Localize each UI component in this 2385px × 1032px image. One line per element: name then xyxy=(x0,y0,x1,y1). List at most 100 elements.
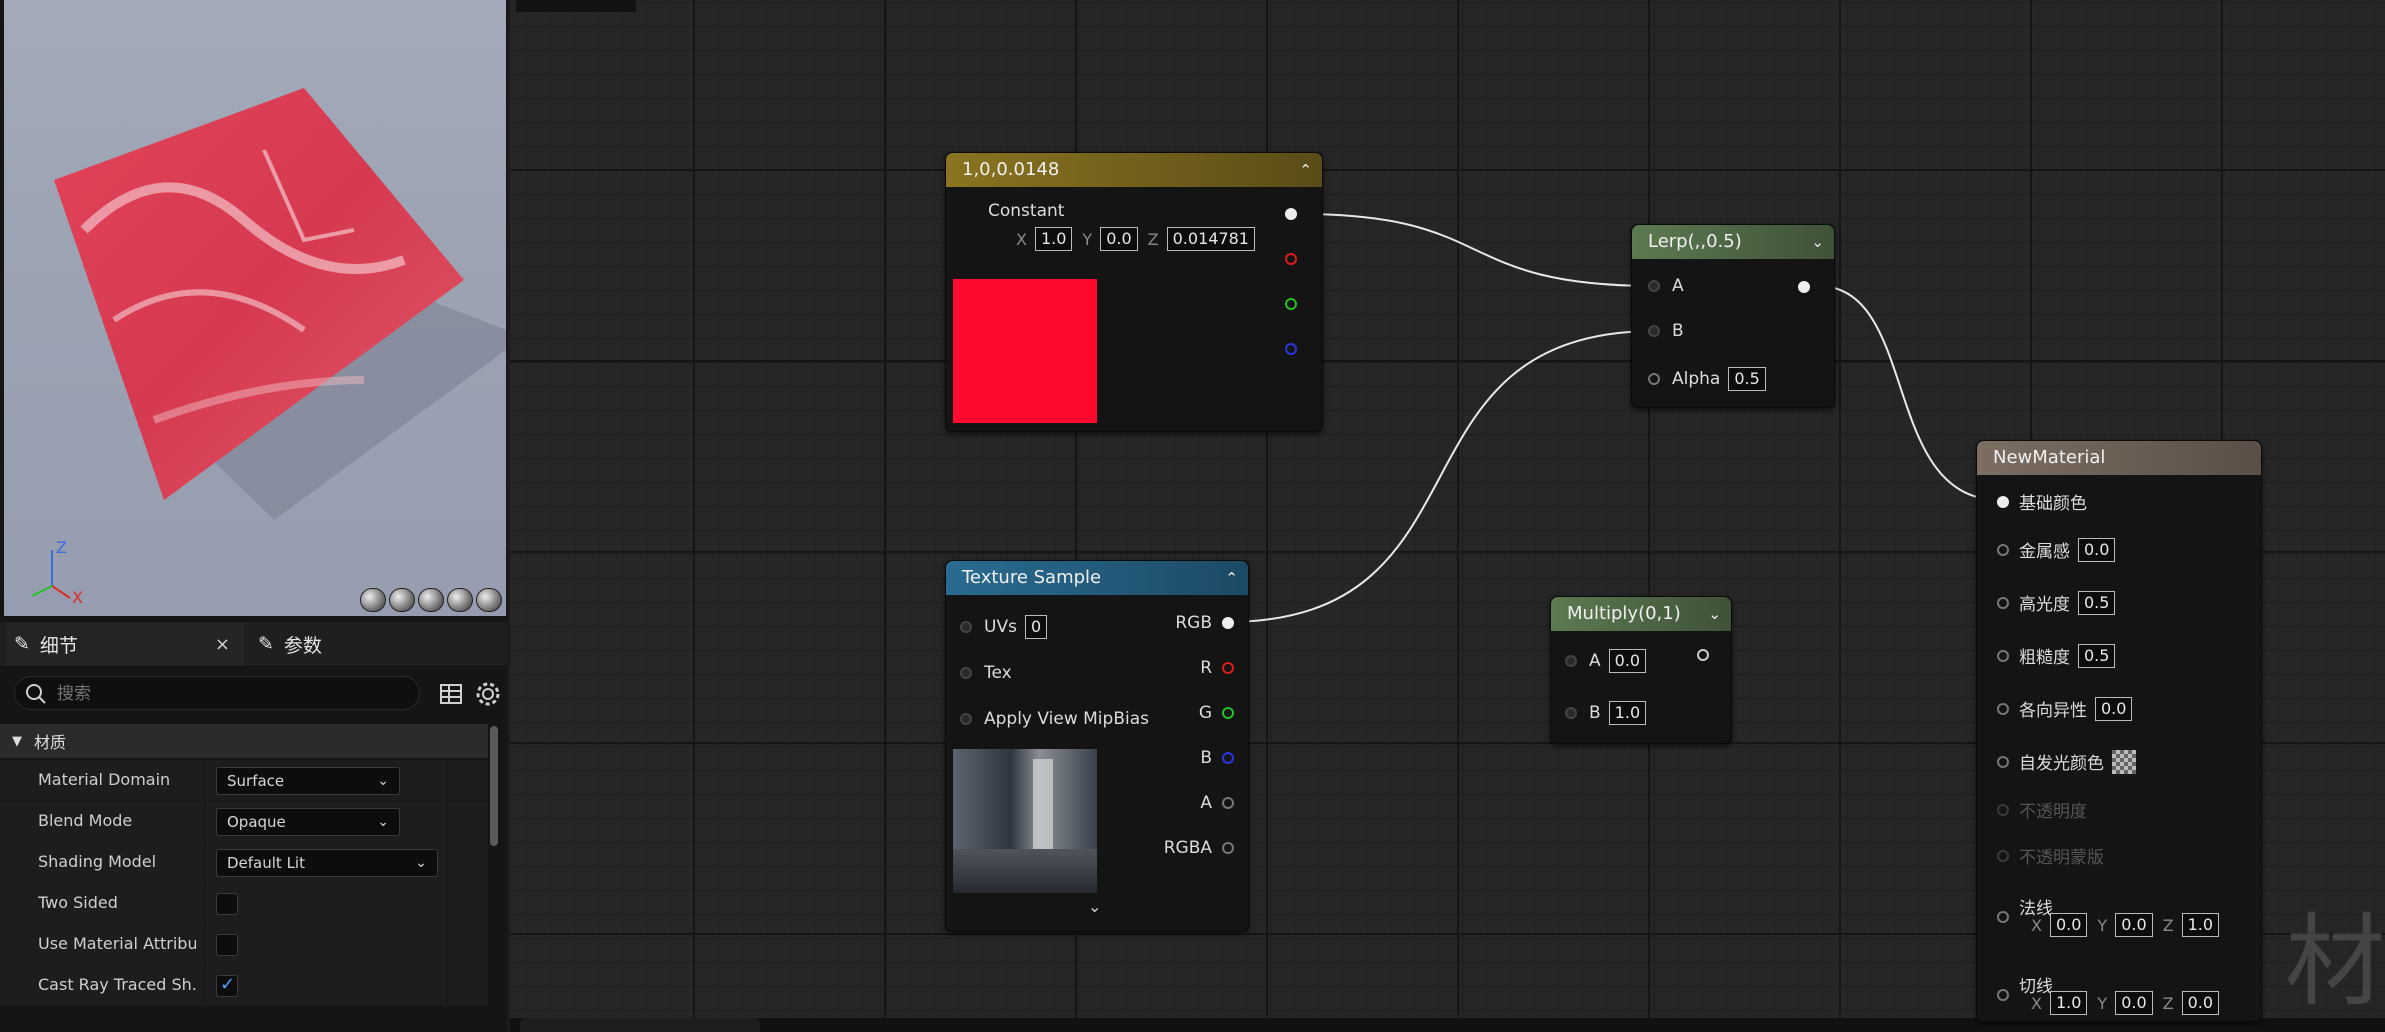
axis-z-label: Z xyxy=(56,538,67,557)
lerp-node-header[interactable]: Lerp(,,0.5) ⌄ xyxy=(1632,225,1834,259)
cast-ray-traced-shadows-checkbox[interactable] xyxy=(216,974,238,997)
specular-input[interactable]: 0.5 xyxy=(2078,590,2116,615)
material-pin-opacity: 不透明度 xyxy=(1997,797,2087,822)
chevron-down-icon[interactable]: ⌄ xyxy=(1088,897,1101,916)
material-pin-roughness[interactable]: 粗糙度 0.5 xyxy=(1997,643,2116,668)
texture-out-rgb[interactable]: RGB xyxy=(1175,613,1234,633)
multiply-output-pin[interactable] xyxy=(1697,649,1709,661)
section-material[interactable]: ▼ 材质 xyxy=(0,724,488,758)
anisotropy-input[interactable]: 0.0 xyxy=(2095,696,2133,721)
teapot-preview-icon[interactable] xyxy=(476,588,502,612)
close-icon[interactable]: × xyxy=(215,634,230,655)
material-node-header[interactable]: NewMaterial xyxy=(1977,441,2261,475)
texture-pin-mipbias[interactable]: Apply View MipBias xyxy=(960,709,1149,729)
material-pin-anisotropy[interactable]: 各向异性 0.0 xyxy=(1997,696,2133,721)
lerp-alpha-input[interactable]: 0.5 xyxy=(1728,367,1766,391)
texture-out-a[interactable]: A xyxy=(1200,793,1234,813)
details-scrollbar[interactable] xyxy=(488,724,500,1032)
watermark-text: 材 xyxy=(2285,903,2385,1020)
tab-params[interactable]: ✎ 参数 xyxy=(252,622,322,666)
normal-y-input[interactable]: 0.0 xyxy=(2115,913,2153,937)
search-input[interactable] xyxy=(55,680,399,708)
constant-x-input[interactable]: 1.0 xyxy=(1034,227,1073,251)
texture-node-header[interactable]: Texture Sample ⌃ xyxy=(946,561,1248,595)
lerp-node[interactable]: Lerp(,,0.5) ⌄ A B Alpha 0.5 xyxy=(1631,224,1835,408)
lerp-pin-a[interactable]: A xyxy=(1648,276,1684,296)
multiply-a-input[interactable]: 0.0 xyxy=(1608,649,1647,673)
constant-g-pin[interactable] xyxy=(1285,298,1297,310)
multiply-b-input[interactable]: 1.0 xyxy=(1608,701,1647,725)
roughness-input[interactable]: 0.5 xyxy=(2078,643,2116,668)
multiply-node[interactable]: Multiply(0,1) ⌄ A 0.0 B 1.0 xyxy=(1550,596,1732,744)
prop-shading-model: Shading Model Default Lit ⌄ xyxy=(0,842,488,883)
table-view-icon[interactable] xyxy=(438,680,466,708)
texture-sample-node[interactable]: Texture Sample ⌃ UVs 0 Tex Apply View Mi… xyxy=(945,560,1249,932)
prop-label: Shading Model xyxy=(38,852,157,871)
texture-out-g[interactable]: G xyxy=(1199,703,1234,723)
multiply-node-header[interactable]: Multiply(0,1) ⌄ xyxy=(1551,597,1731,631)
cylinder-preview-icon[interactable] xyxy=(360,588,386,612)
lerp-node-title: Lerp(,,0.5) xyxy=(1648,231,1742,252)
tangent-z-input[interactable]: 0.0 xyxy=(2181,991,2220,1015)
tangent-y-input[interactable]: 0.0 xyxy=(2115,991,2153,1015)
lerp-output-pin[interactable] xyxy=(1798,281,1810,293)
bottom-tab[interactable] xyxy=(520,1018,760,1032)
shading-model-dropdown[interactable]: Default Lit ⌄ xyxy=(216,849,438,877)
sphere-preview-icon[interactable] xyxy=(389,588,415,612)
search-box xyxy=(14,676,420,710)
chevron-down-icon: ⌄ xyxy=(377,814,389,830)
prop-blend-mode: Blend Mode Opaque ⌄ xyxy=(0,801,488,842)
texture-preview-thumbnail xyxy=(953,749,1097,893)
material-pin-base-color[interactable]: 基础颜色 xyxy=(1997,489,2087,514)
material-pin-emissive[interactable]: 自发光颜色 xyxy=(1997,749,2136,774)
tab-details[interactable]: ✎ 细节 × xyxy=(6,622,244,666)
section-material-label: 材质 xyxy=(34,733,67,752)
texture-uvs-input[interactable]: 0 xyxy=(1024,615,1048,639)
multiply-pin-b[interactable]: B 1.0 xyxy=(1565,701,1647,725)
chevron-up-icon[interactable]: ⌃ xyxy=(1225,561,1238,595)
chevron-down-icon: ▼ xyxy=(12,733,22,749)
two-sided-checkbox[interactable] xyxy=(216,893,238,915)
axis-x-label: X xyxy=(72,588,83,607)
metallic-input[interactable]: 0.0 xyxy=(2078,537,2116,562)
material-pin-metallic[interactable]: 金属感 0.0 xyxy=(1997,537,2116,562)
gear-icon[interactable] xyxy=(474,680,502,708)
material-output-node[interactable]: NewMaterial 基础颜色 金属感 0.0 高光度 0.5 粗糙度 0.5… xyxy=(1976,440,2262,1022)
normal-z-input[interactable]: 1.0 xyxy=(2181,913,2220,937)
chevron-up-icon[interactable]: ⌃ xyxy=(1299,153,1312,187)
tab-details-label: 细节 xyxy=(39,634,78,657)
cube-preview-icon[interactable] xyxy=(447,588,473,612)
material-preview-viewport[interactable]: Z X xyxy=(4,0,506,616)
texture-pin-uvs[interactable]: UVs 0 xyxy=(960,615,1048,639)
constant-z-input[interactable]: 0.014781 xyxy=(1166,227,1255,251)
texture-out-rgba[interactable]: RGBA xyxy=(1164,838,1234,858)
texture-pin-tex[interactable]: Tex xyxy=(960,663,1012,683)
constant-node[interactable]: 1,0,0.0148 ⌃ Constant X 1.0 Y 0.0 Z 0.01478… xyxy=(945,152,1323,432)
axis-gizmo: Z X xyxy=(22,536,92,607)
normal-x-input[interactable]: 0.0 xyxy=(2049,913,2088,937)
lerp-pin-b[interactable]: B xyxy=(1648,321,1684,341)
lerp-pin-alpha[interactable]: Alpha 0.5 xyxy=(1648,367,1766,391)
constant-y-input[interactable]: 0.0 xyxy=(1100,227,1138,251)
emissive-color-swatch[interactable] xyxy=(2112,749,2136,774)
chevron-down-icon[interactable]: ⌄ xyxy=(1708,597,1721,631)
texture-out-r[interactable]: R xyxy=(1200,658,1234,678)
material-pin-specular[interactable]: 高光度 0.5 xyxy=(1997,590,2116,615)
prop-use-material-attributes: Use Material Attribu... xyxy=(0,924,488,965)
plane-preview-icon[interactable] xyxy=(418,588,444,612)
constant-node-header[interactable]: 1,0,0.0148 ⌃ xyxy=(946,153,1322,187)
use-material-attributes-checkbox[interactable] xyxy=(216,934,238,956)
constant-r-pin[interactable] xyxy=(1285,253,1297,265)
prop-two-sided: Two Sided xyxy=(0,883,488,924)
constant-output-pin[interactable] xyxy=(1285,208,1297,220)
texture-out-b[interactable]: B xyxy=(1200,748,1234,768)
material-domain-dropdown[interactable]: Surface ⌄ xyxy=(216,767,400,795)
constant-node-title: 1,0,0.0148 xyxy=(962,159,1060,180)
multiply-pin-a[interactable]: A 0.0 xyxy=(1565,649,1647,673)
chevron-down-icon[interactable]: ⌄ xyxy=(1811,225,1824,259)
blend-mode-dropdown[interactable]: Opaque ⌄ xyxy=(216,808,400,836)
material-pin-opacity-mask: 不透明蒙版 xyxy=(1997,843,2104,868)
constant-b-pin[interactable] xyxy=(1285,343,1297,355)
prop-label: Material Domain xyxy=(38,770,171,789)
tangent-x-input[interactable]: 1.0 xyxy=(2049,991,2088,1015)
